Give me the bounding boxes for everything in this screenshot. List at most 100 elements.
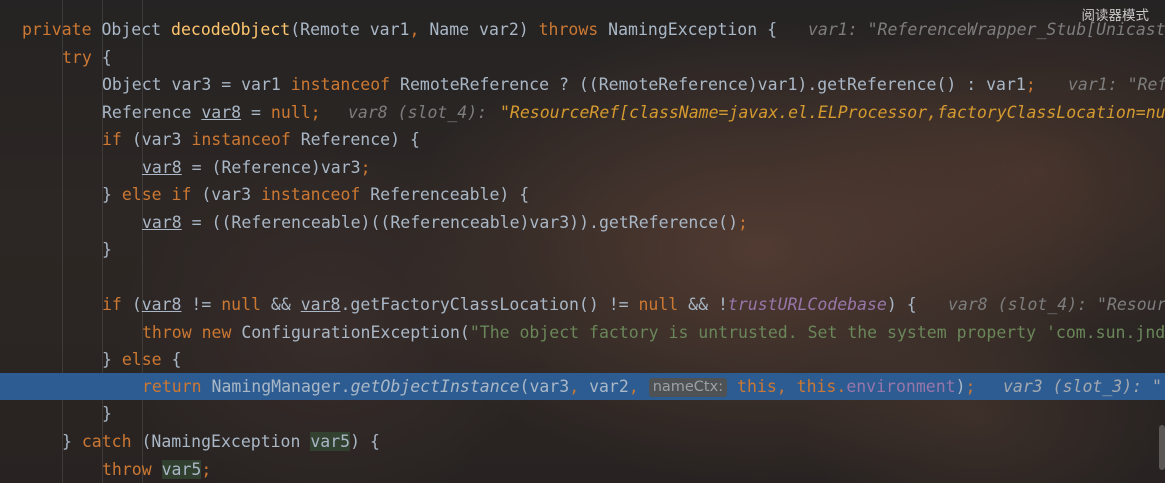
code-token: .getFactoryClassLocation() != — [340, 295, 639, 314]
code-token: = (Reference)var3 — [181, 158, 361, 177]
code-line[interactable]: var8 = (Reference)var3; — [0, 154, 1165, 181]
debugger-inline-value: var1: "Ref — [1068, 75, 1165, 94]
code-line[interactable]: } — [0, 236, 1165, 263]
code-text: throw new ConfigurationException("The ob… — [142, 319, 1165, 346]
code-token: var5 — [310, 432, 351, 451]
code-keyword: throws — [538, 20, 609, 39]
code-line[interactable]: try { — [0, 44, 1165, 71]
code-keyword: catch — [81, 432, 142, 451]
code-text: } — [102, 236, 112, 263]
debugger-inline-value: var8 (slot_4): "Resour — [948, 295, 1165, 314]
code-keyword: instanceof — [191, 130, 301, 149]
code-token: { — [171, 350, 182, 369]
code-keyword: instanceof — [290, 75, 401, 94]
code-token: NamingException { — [608, 20, 778, 39]
code-text: throw var5; — [102, 456, 211, 483]
code-token: (var3 — [201, 185, 261, 204]
code-text: Reference var8 = null; — [102, 99, 321, 126]
code-line-current-execution[interactable]: return NamingManager.getObjectInstance(v… — [0, 373, 1165, 400]
code-token: } — [62, 432, 82, 451]
code-token: decodeObject — [171, 20, 291, 39]
code-keyword: , — [409, 20, 430, 39]
code-text: Object var3 = var1 instanceof RemoteRefe… — [102, 71, 1036, 98]
code-line[interactable]: if (var8 != null && var8.getFactoryClass… — [0, 291, 1165, 318]
code-token: "The object factory is untrusted. Set th… — [469, 323, 1165, 342]
code-token: (Remote var1 — [290, 20, 410, 39]
code-line[interactable]: if (var3 instanceof Reference) { — [0, 126, 1165, 153]
code-line[interactable]: } else if (var3 instanceof Referenceable… — [0, 181, 1165, 208]
code-token: Reference — [102, 103, 202, 122]
code-token: var8 — [300, 295, 341, 314]
code-keyword: instanceof — [260, 185, 371, 204]
code-token: var5 — [161, 460, 202, 479]
code-token: Reference) { — [300, 130, 420, 149]
code-keyword: try — [62, 48, 102, 67]
code-text: if (var8 != null && var8.getFactoryClass… — [102, 291, 917, 318]
vertical-scrollbar-thumb[interactable] — [1159, 425, 1165, 470]
code-token: ) — [955, 377, 966, 396]
code-line[interactable]: Object var3 = var1 instanceof RemoteRefe… — [0, 71, 1165, 98]
code-keyword: null; — [270, 103, 321, 122]
code-keyword: ; — [1025, 75, 1036, 94]
code-line[interactable]: Reference var8 = null; var8 (slot_4): "Re… — [0, 99, 1165, 126]
code-keyword: throw new — [142, 323, 242, 342]
debugger-inline-value-string: "ResourceRef[className=javax.el.ELProces… — [500, 103, 1165, 122]
reader-mode-button[interactable]: 阅读器模式 — [1082, 4, 1150, 24]
code-text: } — [102, 400, 112, 427]
code-line[interactable]: } catch (NamingException var5) { — [0, 428, 1165, 455]
code-token: RemoteReference ? ((RemoteReference)var1… — [400, 75, 1026, 94]
debugger-inline-value: var8 (slot_4): — [348, 103, 498, 122]
code-text: } else if (var3 instanceof Referenceable… — [102, 181, 529, 208]
code-text: } catch (NamingException var5) { — [62, 428, 380, 455]
code-token: } — [102, 404, 112, 423]
code-keyword: ; — [965, 377, 976, 396]
code-token: ( — [131, 295, 142, 314]
code-token: && — [270, 295, 301, 314]
code-token: = — [241, 103, 271, 122]
code-keyword: else — [121, 350, 172, 369]
code-line[interactable]: throw new ConfigurationException("The ob… — [0, 319, 1165, 346]
code-keyword: null — [221, 295, 271, 314]
code-line[interactable]: var8 = ((Referenceable)((Referenceable)v… — [0, 209, 1165, 236]
code-keyword: this, this. — [737, 377, 847, 396]
code-text: var8 = ((Referenceable)((Referenceable)v… — [142, 209, 748, 236]
code-token: NamingManager. — [211, 377, 351, 396]
code-keyword: ; — [201, 460, 212, 479]
code-token: (NamingException — [141, 432, 311, 451]
code-text: try { — [62, 44, 112, 71]
code-token: Referenceable) { — [370, 185, 530, 204]
code-line[interactable]: } — [0, 400, 1165, 427]
code-token: } — [102, 240, 112, 259]
code-token: Name var2) — [429, 20, 539, 39]
code-text: var8 = (Reference)var3; — [142, 154, 371, 181]
code-token: ) { — [886, 295, 917, 314]
code-token: (var3 — [131, 130, 192, 149]
code-token: environment — [846, 377, 956, 396]
code-line[interactable]: throw var5; — [0, 456, 1165, 483]
code-text: return NamingManager.getObjectInstance(v… — [142, 373, 975, 400]
code-line[interactable]: } else { — [0, 346, 1165, 373]
code-text: if (var3 instanceof Reference) { — [102, 126, 420, 153]
code-text: private Object decodeObject(Remote var1,… — [22, 16, 777, 43]
code-token: != — [181, 295, 222, 314]
code-token: Object — [101, 20, 172, 39]
debugger-inline-value: var3 (slot_3): " — [1003, 377, 1162, 396]
code-token: var8 — [141, 295, 182, 314]
code-keyword: if — [102, 130, 132, 149]
code-token: } — [102, 185, 122, 204]
code-keyword: , — [628, 377, 649, 396]
code-keyword: return — [142, 377, 212, 396]
code-token: Object var3 = var1 — [102, 75, 291, 94]
code-token: var8 — [201, 103, 242, 122]
code-line[interactable] — [0, 264, 1165, 291]
code-text: } else { — [102, 346, 181, 373]
code-keyword: else if — [121, 185, 202, 204]
code-token: var8 — [142, 213, 182, 232]
code-keyword: ; — [738, 213, 748, 232]
code-token: trustURLCodebase — [727, 295, 887, 314]
code-line[interactable]: private Object decodeObject(Remote var1,… — [0, 16, 1165, 43]
code-token: ConfigurationException( — [241, 323, 470, 342]
code-token: var8 — [142, 158, 182, 177]
code-keyword: if — [102, 295, 132, 314]
